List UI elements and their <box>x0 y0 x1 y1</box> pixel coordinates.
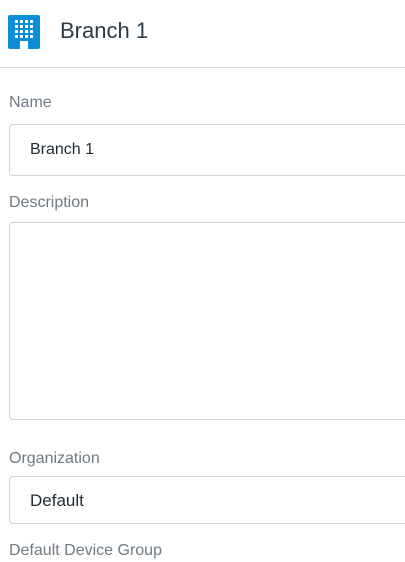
name-label: Name <box>9 94 52 111</box>
organization-select-value: Default <box>30 491 84 510</box>
page-title: Branch 1 <box>60 18 149 43</box>
organization-select[interactable]: Default <box>9 476 405 524</box>
default-device-group-label: Default Device Group <box>9 542 162 559</box>
description-textarea[interactable] <box>9 222 405 420</box>
name-input-value: Branch 1 <box>30 141 95 158</box>
organization-label: Organization <box>9 450 100 467</box>
name-input[interactable]: Branch 1 <box>9 124 405 176</box>
description-label: Description <box>9 194 90 211</box>
panel-header: Branch 1 <box>0 0 405 68</box>
building-icon <box>8 15 40 49</box>
